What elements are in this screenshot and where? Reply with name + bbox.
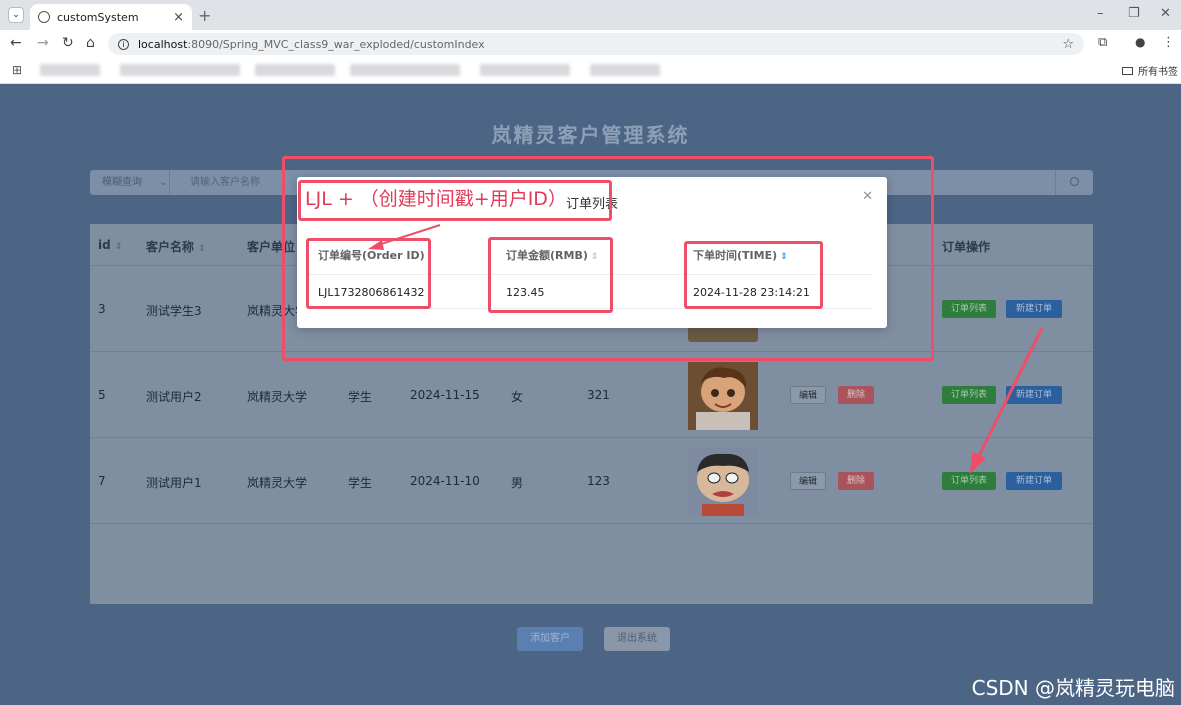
annotation-arrowhead — [970, 452, 986, 474]
annotation-arrows — [368, 224, 1044, 474]
annotation-arrow-line — [974, 327, 1044, 463]
annotation-arrowhead — [368, 240, 384, 250]
annotation-arrow-line — [377, 224, 441, 246]
